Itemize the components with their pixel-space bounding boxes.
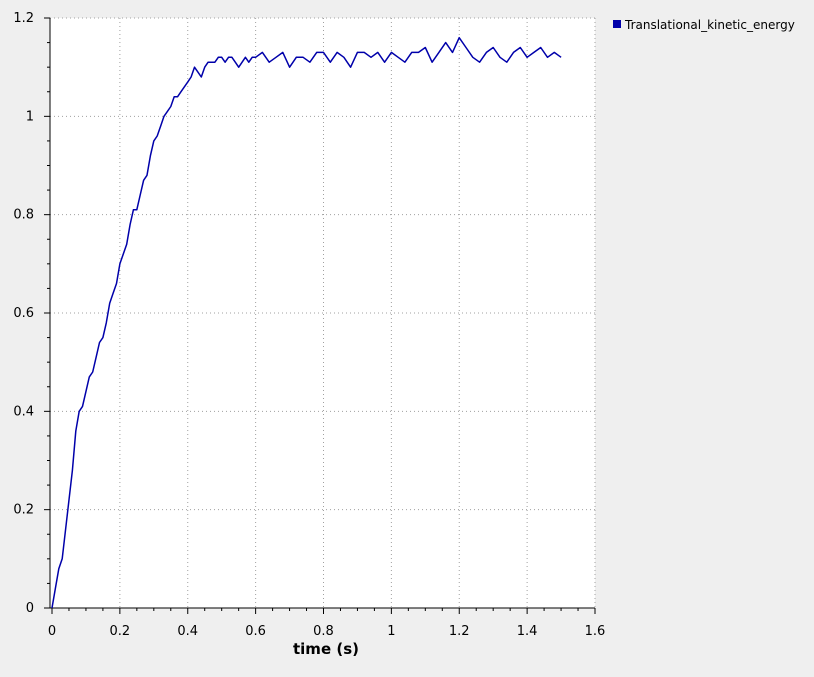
x-tick-label: 0 (48, 624, 56, 639)
y-tick-label: 0.4 (13, 404, 34, 419)
line-chart: 0 0.2 0.4 0.6 0.8 1 1.2 1.4 1.6 0 0.2 0.4 0.6 0.8 1 1.… (13, 11, 795, 658)
x-tick-label: 0.4 (177, 624, 198, 639)
y-tick-label: 1.2 (13, 11, 34, 26)
x-tick-label: 1.2 (449, 624, 470, 639)
x-tick-label: 0.6 (245, 624, 266, 639)
x-tick-label: 0.8 (313, 624, 334, 639)
y-tick-label: 0.6 (13, 306, 34, 321)
y-tick-label: 0 (26, 601, 34, 616)
x-axis-title: time (s) (293, 640, 359, 658)
legend-swatch (613, 20, 621, 28)
y-tick-label: 0.2 (13, 503, 34, 518)
x-axis-ticks: 0 0.2 0.4 0.6 0.8 1 1.2 1.4 1.6 (48, 608, 605, 639)
chart-figure: 0 0.2 0.4 0.6 0.8 1 1.2 1.4 1.6 0 0.2 0.4 0.6 0.8 1 1.… (0, 0, 814, 673)
x-tick-label: 1.6 (585, 624, 606, 639)
x-tick-label: 0.2 (110, 624, 131, 639)
x-tick-label: 1 (387, 624, 395, 639)
y-tick-label: 0.8 (13, 208, 34, 223)
legend: Translational_kinetic_energy (613, 18, 795, 32)
x-tick-label: 1.4 (517, 624, 538, 639)
y-axis-ticks: 0 0.2 0.4 0.6 0.8 1 1.2 (13, 11, 50, 616)
y-tick-label: 1 (26, 109, 34, 124)
legend-label: Translational_kinetic_energy (624, 18, 795, 32)
